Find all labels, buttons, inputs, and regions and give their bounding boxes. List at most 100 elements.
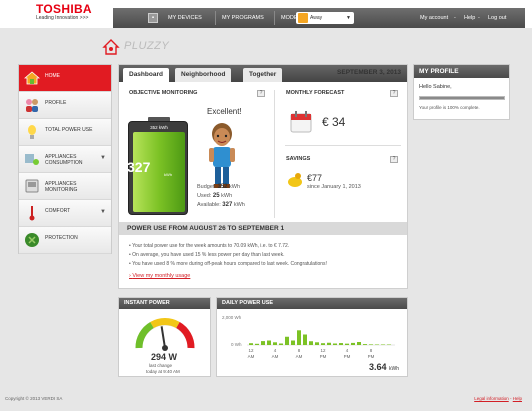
- sidebar-item-label: APPLIANCES CONSUMPTION: [45, 154, 83, 166]
- savings-value: €77: [307, 173, 323, 183]
- chart-bar: [267, 340, 271, 345]
- sidebar-item-label: TOTAL POWER USE: [45, 127, 93, 133]
- chart-bar: [363, 344, 367, 345]
- bullet-text: On average, you have used 15 % less powe…: [132, 252, 285, 258]
- chart-bar: [303, 334, 307, 345]
- tab-neighborhood[interactable]: Neighborhood: [175, 68, 232, 82]
- home-square-icon[interactable]: ▪: [148, 13, 158, 23]
- objective-title: OBJECTIVE MONITORING: [129, 90, 198, 96]
- forecast-title: MONTHLY FORECAST: [286, 90, 345, 96]
- savings-help-button[interactable]: ?: [390, 156, 398, 163]
- x-tick-label: AM: [296, 354, 303, 359]
- savings-since: since January 1, 2013: [307, 184, 361, 190]
- budget-unit: kWh: [229, 184, 241, 190]
- daily-chart: 12AM4AM8AM12PM4PM8PM: [247, 330, 395, 359]
- budget-label: Budget:: [197, 184, 216, 190]
- daily-power-title: DAILY POWER USE: [217, 298, 407, 309]
- sidebar-item-protection[interactable]: PROTECTION: [19, 227, 111, 254]
- instant-power-note: last change: [149, 363, 173, 368]
- sidebar-item-label: PROTECTION: [45, 235, 78, 241]
- profile-greeting: Hello Sabine,: [419, 84, 452, 90]
- sidebar-item-label: APPLIANCES MONITORING: [45, 181, 78, 193]
- toshiba-logo[interactable]: TOSHIBA Leading Innovation >>>: [36, 3, 92, 22]
- profile-title: MY PROFILE: [414, 65, 509, 78]
- battery-top-label: 352 kWh: [150, 125, 168, 130]
- nav-my-devices[interactable]: MY DEVICES: [163, 8, 207, 28]
- used-label: Used:: [197, 193, 212, 199]
- chart-bar: [357, 342, 361, 345]
- chart-bar: [375, 344, 379, 345]
- monthly-usage-link-text: View my monthly usage: [132, 273, 191, 279]
- sidebar-item-profile[interactable]: PROFILE: [19, 92, 111, 119]
- tab-dashboard[interactable]: Dashboard: [123, 68, 169, 82]
- tab-together[interactable]: Together: [243, 68, 283, 82]
- pluzzy-house-icon: [102, 39, 120, 55]
- house-icon: [24, 71, 40, 85]
- nav-my-account[interactable]: My account: [415, 8, 453, 28]
- profile-progress-bar: [419, 96, 505, 100]
- instant-power-value: 294 W: [151, 352, 178, 362]
- chart-bar: [387, 344, 391, 345]
- person-icon: [209, 123, 235, 188]
- savings-title: SAVINGS: [286, 156, 311, 162]
- sidebar-item-home[interactable]: HOME: [19, 65, 111, 92]
- objective-help-button[interactable]: ?: [257, 90, 265, 97]
- used-value: 25: [212, 193, 220, 199]
- sidebar-item-total-power-use[interactable]: TOTAL POWER USE: [19, 119, 111, 146]
- budget-value: 352: [217, 184, 228, 190]
- x-tick-label: 12: [320, 348, 326, 353]
- piggy-bank-icon: [288, 173, 302, 187]
- x-tick-label: AM: [248, 354, 255, 359]
- chevron-down-icon[interactable]: ▼: [100, 209, 106, 215]
- sidebar-item-appliances-consumption[interactable]: APPLIANCES CONSUMPTION ▼: [19, 146, 111, 173]
- y-axis-zero-label: 0 Wh: [231, 342, 242, 347]
- brand-name: TOSHIBA: [36, 2, 92, 16]
- chart-bar: [297, 330, 301, 345]
- mode-value: Away: [310, 15, 323, 21]
- section-divider: [274, 90, 275, 218]
- bullet-text: Your total power use for the week amount…: [132, 243, 290, 249]
- chart-bar: [279, 343, 283, 345]
- nav-my-programs[interactable]: MY PROGRAMS: [217, 8, 269, 28]
- monthly-usage-link[interactable]: › View my monthly usage: [129, 273, 190, 279]
- lightbulb-icon: [28, 125, 36, 139]
- x-tick-label: 8: [298, 348, 301, 353]
- sidebar-item-comfort[interactable]: COMFORT ▼: [19, 200, 111, 227]
- calendar-icon: [290, 111, 312, 133]
- chevron-down-icon: ▼: [346, 15, 351, 21]
- chevron-down-icon[interactable]: ▼: [100, 155, 106, 161]
- used-unit: kWh: [221, 193, 233, 199]
- chart-bar: [285, 336, 289, 345]
- available-stat: Available: 327 kWh: [197, 202, 245, 208]
- nav-logout[interactable]: Log out: [483, 8, 511, 28]
- mode-select[interactable]: Away ▼: [296, 12, 354, 24]
- forecast-help-button[interactable]: ?: [390, 90, 398, 97]
- legal-link[interactable]: Legal information: [474, 396, 509, 401]
- thermometer-icon: [29, 206, 35, 221]
- nav-divider: [215, 11, 216, 25]
- chart-bar: [381, 344, 385, 345]
- chart-bar: [309, 341, 313, 345]
- x-tick-label: PM: [368, 354, 375, 359]
- battery-unit: kWh: [164, 172, 172, 177]
- app-name: PLUZZY: [124, 40, 170, 52]
- house-icon: [298, 13, 308, 23]
- sidebar-item-appliances-monitoring[interactable]: APPLIANCES MONITORING: [19, 173, 111, 200]
- appliances-icon: [25, 154, 39, 165]
- current-date: SEPTEMBER 3, 2013: [337, 69, 401, 76]
- power-use-bullet: • On average, you have used 15 % less po…: [129, 252, 285, 258]
- daily-power-panel: DAILY POWER USE 2,000 Wh 0 Wh 12 AM 4 AM 8 AM…: [216, 297, 408, 377]
- used-stat: Used: 25 kWh: [197, 193, 232, 199]
- chart-bar: [261, 341, 265, 345]
- daily-total-value: 3.64: [368, 362, 387, 372]
- profile-progress-fill: [420, 97, 504, 99]
- people-icon: [26, 99, 38, 112]
- nav-separator: -: [454, 15, 456, 21]
- footer-help-link[interactable]: Help: [513, 396, 522, 401]
- budget-stat: Budget: 352 kWh: [197, 184, 240, 190]
- daily-total-unit: kWh: [389, 366, 399, 372]
- x-tick-label: AM: [272, 354, 279, 359]
- chart-bar: [315, 342, 319, 345]
- footer-links: Legal information - Help: [474, 396, 522, 401]
- x-tick-label: PM: [344, 354, 351, 359]
